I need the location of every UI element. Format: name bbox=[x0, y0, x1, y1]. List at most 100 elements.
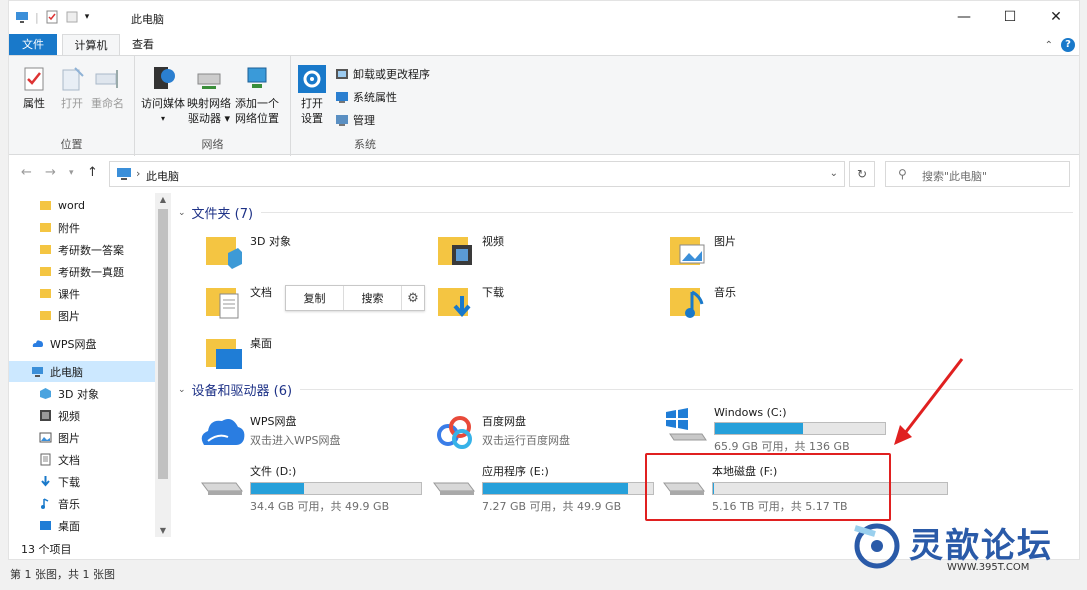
maximize-button[interactable]: ☐ bbox=[987, 1, 1033, 33]
drive-wps-cloud[interactable]: WPS网盘 双击进入WPS网盘 bbox=[198, 411, 341, 453]
sidebar-item-courseware[interactable]: 课件 bbox=[9, 283, 155, 304]
divider bbox=[261, 212, 1073, 213]
folder-icon bbox=[40, 311, 51, 320]
sidebar-item-wps-cloud[interactable]: WPS网盘 bbox=[9, 333, 155, 354]
sidebar-item-music[interactable]: 音乐 bbox=[9, 493, 155, 514]
sidebar-item-videos[interactable]: 视频 bbox=[9, 405, 155, 426]
close-button[interactable]: ✕ bbox=[1033, 1, 1079, 33]
folder-videos[interactable]: 视频 bbox=[436, 231, 504, 271]
rename-button[interactable]: 重命名 bbox=[91, 64, 124, 111]
manage-button[interactable]: 管理 bbox=[335, 112, 375, 128]
search-input[interactable]: ⚲ 搜索"此电脑" bbox=[885, 161, 1070, 187]
music-note-icon bbox=[41, 498, 49, 509]
new-folder-icon[interactable] bbox=[65, 10, 79, 24]
system-properties-button[interactable]: 系统属性 bbox=[335, 89, 397, 105]
customize-qat-icon[interactable]: ▾ bbox=[85, 12, 90, 22]
folder-pictures[interactable]: 图片 bbox=[668, 231, 736, 271]
music-folder-icon bbox=[670, 288, 704, 318]
collapse-ribbon-icon[interactable]: ⌃ bbox=[1045, 40, 1053, 51]
search-button[interactable]: 搜索 bbox=[344, 286, 402, 310]
item-count: 13 个项目 bbox=[21, 543, 72, 556]
breadcrumb-current[interactable]: 此电脑 bbox=[146, 168, 179, 184]
chevron-down-icon[interactable]: ⌄ bbox=[178, 385, 186, 395]
scroll-up-icon[interactable]: ▲ bbox=[155, 195, 171, 204]
sidebar-item-this-pc[interactable]: 此电脑 bbox=[9, 361, 155, 382]
folders-section-header[interactable]: ⌄ 文件夹 (7) bbox=[178, 203, 1073, 222]
manage-icon bbox=[336, 115, 348, 126]
add-network-location-button[interactable]: 添加一个 网络位置 bbox=[235, 64, 279, 126]
image-viewer-status: 第 1 张图，共 1 张图 bbox=[10, 568, 115, 581]
drive-usage-fill bbox=[251, 483, 304, 494]
scroll-down-icon[interactable]: ▼ bbox=[155, 526, 171, 535]
help-icon[interactable]: ? bbox=[1061, 38, 1075, 52]
properties-icon[interactable] bbox=[45, 10, 59, 24]
pictures-folder-icon bbox=[670, 237, 705, 265]
sidebar-item-attachments[interactable]: 附件 bbox=[9, 217, 155, 238]
chevron-down-icon[interactable]: ⌄ bbox=[178, 208, 186, 218]
group-network: 访问媒体 ▾ 映射网络 驱动器 ▾ 添加一个 网络位置 网络 bbox=[135, 56, 291, 156]
drive-description: 双击进入WPS网盘 bbox=[250, 434, 341, 447]
back-arrow-icon[interactable]: ← bbox=[21, 165, 32, 180]
group-system: 打开 设置 卸载或更改程序 系统属性 管理 系统 bbox=[291, 56, 439, 156]
folder-documents[interactable]: 文档 bbox=[204, 282, 272, 322]
sidebar-item-exams[interactable]: 考研数一真题 bbox=[9, 261, 155, 282]
floating-toolbar: 复制 搜索 ⚙ bbox=[285, 285, 425, 311]
drive-c[interactable]: Windows (C:) 65.9 GB 可用，共 136 GB bbox=[662, 404, 886, 454]
properties-button[interactable]: 属性 bbox=[19, 64, 49, 111]
up-arrow-icon[interactable]: ↑ bbox=[87, 165, 98, 180]
ribbon-options: ⌃ ? bbox=[1045, 38, 1075, 52]
forum-logo-icon bbox=[854, 523, 900, 569]
sidebar-scrollbar[interactable]: ▲ ▼ bbox=[155, 193, 171, 537]
access-media-button[interactable]: 访问媒体 ▾ bbox=[141, 64, 185, 126]
divider: | bbox=[35, 10, 39, 24]
sidebar-item-pictures-folder[interactable]: 图片 bbox=[9, 305, 155, 326]
forward-arrow-icon[interactable]: → bbox=[45, 165, 56, 180]
cloud-icon bbox=[32, 340, 43, 347]
watermark-text: 灵歆论坛 bbox=[909, 526, 1053, 566]
recent-locations-icon[interactable]: ▾ bbox=[69, 168, 74, 178]
sidebar-item-pictures[interactable]: 图片 bbox=[9, 427, 155, 448]
hard-drive-icon bbox=[433, 482, 475, 495]
tab-computer[interactable]: 计算机 bbox=[62, 34, 120, 56]
sidebar-item-downloads[interactable]: 下载 bbox=[9, 471, 155, 492]
sidebar-item-word[interactable]: word bbox=[9, 195, 155, 216]
gear-icon[interactable]: ⚙ bbox=[402, 286, 424, 310]
open-button[interactable]: 打开 bbox=[57, 64, 87, 111]
drive-baidu-cloud[interactable]: 百度网盘 双击运行百度网盘 bbox=[430, 411, 570, 453]
drive-e[interactable]: 应用程序 (E:) 7.27 GB 可用，共 49.9 GB bbox=[430, 461, 654, 514]
3d-objects-folder-icon bbox=[206, 237, 242, 269]
tab-view[interactable]: 查看 bbox=[123, 34, 163, 56]
copy-button[interactable]: 复制 bbox=[286, 286, 344, 310]
dropdown-arrow-icon: ▾ bbox=[160, 114, 165, 123]
sidebar-item-documents[interactable]: 文档 bbox=[9, 449, 155, 470]
sidebar-item-desktop[interactable]: 桌面 bbox=[9, 515, 155, 536]
chevron-down-icon[interactable]: ⌄ bbox=[830, 168, 838, 179]
map-network-drive-button[interactable]: 映射网络 驱动器 ▾ bbox=[187, 64, 231, 126]
watermark: 灵歆论坛 WWW.395T.COM bbox=[847, 514, 1079, 584]
tab-file[interactable]: 文件 bbox=[9, 34, 57, 56]
folder-music[interactable]: 音乐 bbox=[668, 282, 736, 322]
quick-access-toolbar: | ▾ bbox=[15, 10, 89, 24]
minimize-button[interactable]: — bbox=[941, 1, 987, 33]
watermark-url: WWW.395T.COM bbox=[947, 562, 1030, 573]
search-placeholder: 搜索"此电脑" bbox=[922, 170, 988, 183]
explorer-window: | ▾ 此电脑 — ☐ ✕ 文件 计算机 查看 ⌃ ? 属性 打开 重命名 位置… bbox=[8, 0, 1080, 560]
address-bar[interactable]: › 此电脑 ⌄ bbox=[109, 161, 845, 187]
folder-3d-objects[interactable]: 3D 对象 bbox=[204, 231, 291, 271]
folder-downloads[interactable]: 下载 bbox=[436, 282, 504, 322]
sidebar-item-3d-objects[interactable]: 3D 对象 bbox=[9, 383, 155, 404]
settings-gear-icon bbox=[298, 65, 326, 93]
sidebar-item-answers[interactable]: 考研数一答案 bbox=[9, 239, 155, 260]
open-settings-button[interactable]: 打开 设置 bbox=[297, 64, 327, 126]
window-controls: — ☐ ✕ bbox=[941, 1, 1079, 33]
drive-description: 双击运行百度网盘 bbox=[482, 434, 570, 447]
folder-icon bbox=[40, 289, 51, 298]
refresh-button[interactable]: ↻ bbox=[849, 161, 875, 187]
annotation-arrow-icon bbox=[894, 358, 964, 445]
uninstall-programs-button[interactable]: 卸载或更改程序 bbox=[335, 66, 430, 82]
folder-desktop[interactable]: 桌面 bbox=[204, 333, 272, 373]
drive-usage-bar bbox=[250, 482, 422, 495]
group-label-network: 网络 bbox=[201, 138, 224, 151]
drive-d[interactable]: 文件 (D:) 34.4 GB 可用，共 49.9 GB bbox=[198, 461, 422, 514]
scrollbar-thumb[interactable] bbox=[158, 209, 168, 479]
